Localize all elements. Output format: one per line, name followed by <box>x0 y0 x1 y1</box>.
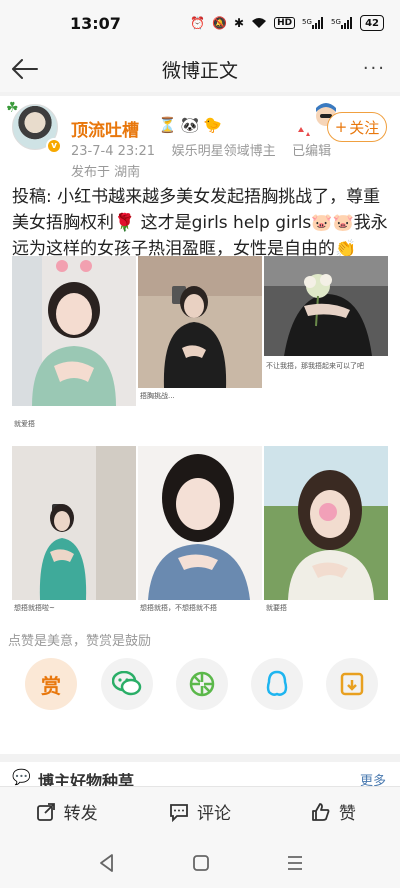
share-qq-button[interactable] <box>251 658 303 710</box>
image-caption-2: 捂胸挑战... <box>140 392 175 400</box>
reward-button[interactable]: 赏 <box>25 658 77 710</box>
post-image-4[interactable]: 想捂就捂啦~ <box>12 446 136 630</box>
back-button[interactable] <box>8 53 42 85</box>
thumbs-up-icon <box>311 802 330 821</box>
image-caption-1: 就爱捂 <box>14 420 35 428</box>
nav-menu-icon[interactable] <box>284 852 306 874</box>
avatar[interactable]: ☘ v <box>6 100 62 154</box>
hourglass-badge-icon: ⏳ <box>158 116 177 134</box>
follow-button[interactable]: + 关注 <box>327 112 387 142</box>
moments-icon <box>189 671 215 697</box>
comment-button[interactable]: 评论 <box>133 787 266 836</box>
post-location: 发布于 湖南 <box>71 165 141 180</box>
share-wechat-button[interactable] <box>101 658 153 710</box>
edited-label[interactable]: 已编辑 <box>292 144 331 159</box>
save-image-icon <box>340 672 364 696</box>
comment-bubble-icon: 💬 <box>12 768 31 786</box>
comment-icon <box>170 803 188 822</box>
verified-icon: v <box>46 138 62 154</box>
page-title: 微博正文 <box>161 59 238 82</box>
share-row: 赏 <box>20 658 380 714</box>
clover-icon: ☘ <box>6 100 19 116</box>
comment-label: 评论 <box>196 804 231 824</box>
repost-label: 转发 <box>63 804 98 824</box>
alarm-icon: ⏰ <box>190 16 206 30</box>
nav-back-icon[interactable] <box>96 852 118 874</box>
svg-text:5G: 5G <box>302 18 312 26</box>
system-nav-bar <box>0 836 400 888</box>
nav-home-icon[interactable] <box>190 852 212 874</box>
mute-icon: 🔕 <box>212 16 227 30</box>
post-image-6[interactable]: 就要捂 <box>264 446 388 630</box>
qq-icon <box>266 670 288 696</box>
post-image-2[interactable]: 捂胸挑战... <box>138 256 262 444</box>
bird-badge-icon: 🐤 <box>203 116 223 134</box>
wechat-icon <box>112 671 142 696</box>
more-menu-button[interactable]: ··· <box>363 58 386 79</box>
signal-icon-2: 5G <box>331 16 353 30</box>
status-time: 13:07 <box>70 13 121 33</box>
image-caption-5: 想捂就捂，不想捂就不捂 <box>140 604 217 612</box>
appreciate-text: 点赞是美意，赞赏是鼓励 <box>8 634 152 649</box>
action-bar: 转发 评论 赞 <box>0 786 400 836</box>
follow-label: 关注 <box>349 118 380 137</box>
battery-indicator: 42 <box>360 15 384 31</box>
panda-badge-icon: 🐼 <box>180 116 200 134</box>
user-badges: ⏳ 🐼 🐤 <box>158 116 222 134</box>
username[interactable]: 顶流吐槽 <box>71 116 139 141</box>
post-meta: 23-7-4 23:21 娱乐明星领域博主 已编辑 <box>71 140 331 159</box>
bluetooth-icon: ✱ <box>234 16 245 30</box>
hd-badge: HD <box>274 17 296 29</box>
repost-button[interactable]: 转发 <box>0 787 133 836</box>
back-arrow-icon <box>12 59 38 79</box>
image-caption-4: 想捂就捂啦~ <box>14 604 55 612</box>
share-moments-button[interactable] <box>176 658 228 710</box>
image-caption-3: 不让我捂，那我捂起来可以了吧 <box>266 362 364 370</box>
svg-text:5G: 5G <box>331 18 341 26</box>
nav-bar: 微博正文 ··· <box>0 46 400 92</box>
status-icons: ⏰ 🔕 ✱ HD 5G 5G 42 <box>190 15 384 31</box>
post-image-5[interactable]: 想捂就捂，不想捂就不捂 <box>138 446 262 630</box>
post-text: 投稿: 小红书越来越多美女发起捂胸挑战了，尊重美女捂胸权利🌹 这才是girls … <box>12 187 388 259</box>
image-grid: 就爱捂 捂胸挑战... 不让我捂，那我捂起来可以了吧 想捂就捂啦~ 想捂就捂，不… <box>12 256 388 630</box>
post-source: 娱乐明星领域博主 <box>171 144 276 159</box>
like-label: 赞 <box>338 804 356 824</box>
save-image-button[interactable] <box>326 658 378 710</box>
post-image-3[interactable]: 不让我捂，那我捂起来可以了吧 <box>264 256 388 444</box>
signal-icon-1: 5G <box>302 16 324 30</box>
status-bar: 13:07 ⏰ 🔕 ✱ HD 5G 5G 42 <box>0 0 400 46</box>
repost-icon <box>36 802 55 821</box>
wifi-icon <box>251 17 267 29</box>
plus-icon: + <box>334 118 348 136</box>
post-timestamp: 23-7-4 23:21 <box>71 144 156 159</box>
image-caption-6: 就要捂 <box>266 604 287 612</box>
like-button[interactable]: 赞 <box>267 787 400 836</box>
post-card: ☘ v 顶流吐槽 ⏳ 🐼 🐤 23-7-4 23:21 娱乐明星领域博主 已编辑… <box>0 96 400 754</box>
post-image-1[interactable]: 就爱捂 <box>12 256 136 444</box>
